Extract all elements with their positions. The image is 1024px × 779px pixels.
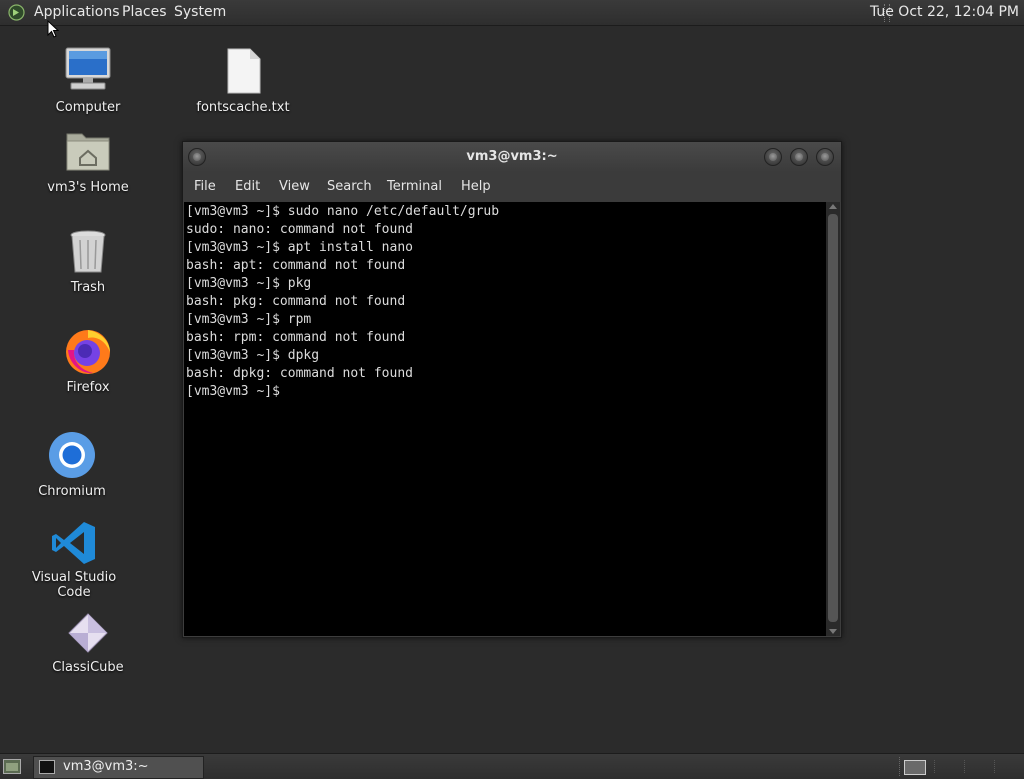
terminal-line: bash: dpkg: command not found xyxy=(186,366,413,381)
minimize-button[interactable] xyxy=(764,148,782,166)
terminal-line: sudo: nano: command not found xyxy=(186,222,413,237)
chromium-icon xyxy=(49,432,95,478)
desktop-icon-computer[interactable]: Computer xyxy=(28,46,148,115)
places-menu[interactable]: Places xyxy=(122,4,167,20)
menu-file[interactable]: File xyxy=(194,179,216,194)
mate-logo-icon[interactable] xyxy=(8,4,25,21)
terminal-menubar: File Edit View Search Terminal Help xyxy=(183,172,841,202)
terminal-line: [vm3@vm3 ~]$ dpkg xyxy=(186,348,320,363)
terminal-prompt-line: [vm3@vm3 ~]$ xyxy=(186,384,280,399)
terminal-window[interactable]: vm3@vm3:~ File Edit View Search Terminal… xyxy=(182,141,842,638)
terminal-line: [vm3@vm3 ~]$ pkg xyxy=(186,276,312,291)
text-file-icon xyxy=(227,48,261,94)
desktop-icon-chromium[interactable]: Chromium xyxy=(12,430,132,499)
desktop-icon-label: fontscache.txt xyxy=(196,100,290,115)
menu-edit[interactable]: Edit xyxy=(235,179,260,194)
firefox-icon xyxy=(66,330,110,374)
terminal-line: [vm3@vm3 ~]$ sudo nano /etc/default/grub xyxy=(186,204,500,219)
scrollbar-thumb[interactable] xyxy=(828,214,838,622)
window-title: vm3@vm3:~ xyxy=(466,149,558,164)
terminal-titlebar[interactable]: vm3@vm3:~ xyxy=(183,142,841,172)
menu-help[interactable]: Help xyxy=(461,179,491,194)
desktop-icon-label: Computer xyxy=(55,100,121,115)
vscode-icon xyxy=(52,522,95,564)
terminal-line: bash: pkg: command not found xyxy=(186,294,406,309)
maximize-button[interactable] xyxy=(790,148,808,166)
computer-icon xyxy=(65,47,111,90)
home-folder-icon xyxy=(66,133,110,171)
workspace-3[interactable] xyxy=(964,760,985,773)
scroll-down-arrow-icon[interactable] xyxy=(829,629,837,634)
trash-icon xyxy=(70,230,106,273)
clock[interactable]: Tue Oct 22, 12:04 PM xyxy=(870,4,1019,20)
desktop-icon-label: Chromium xyxy=(38,484,106,499)
menu-view[interactable]: View xyxy=(279,179,310,194)
desktop-icon-label: Visual Studio Code xyxy=(31,570,117,600)
taskbar-window-button[interactable]: vm3@vm3:~ xyxy=(33,756,204,779)
terminal-icon xyxy=(39,760,55,774)
workspace-2[interactable] xyxy=(934,760,955,773)
terminal-scrollbar[interactable] xyxy=(826,202,840,636)
workspace-1[interactable] xyxy=(904,760,926,775)
system-menu[interactable]: System xyxy=(174,4,226,20)
classicube-icon xyxy=(68,613,108,653)
desktop-icon-classicube[interactable]: ClassiCube xyxy=(28,610,148,675)
mouse-pointer-icon xyxy=(47,20,59,38)
menu-terminal[interactable]: Terminal xyxy=(387,179,442,194)
desktop-icon-label: Trash xyxy=(70,280,106,295)
menu-search[interactable]: Search xyxy=(327,179,372,194)
workspace-4[interactable] xyxy=(994,760,1015,773)
bottom-panel: vm3@vm3:~ xyxy=(0,753,1024,779)
desktop-icon-label: Firefox xyxy=(66,380,110,395)
taskbar-window-label: vm3@vm3:~ xyxy=(63,759,149,774)
desktop-icon-fontscache[interactable]: fontscache.txt xyxy=(183,46,303,115)
terminal-output[interactable]: [vm3@vm3 ~]$ sudo nano /etc/default/grub… xyxy=(184,202,826,636)
terminal-line: [vm3@vm3 ~]$ rpm xyxy=(186,312,312,327)
desktop-icon-vscode[interactable]: Visual Studio Code xyxy=(14,520,134,600)
terminal-line: bash: rpm: command not found xyxy=(186,330,406,345)
workspace-switcher xyxy=(899,757,1024,776)
desktop-icon-home[interactable]: vm3's Home xyxy=(28,128,148,195)
top-panel: Applications Places System Tue Oct 22, 1… xyxy=(0,0,1024,26)
applications-menu[interactable]: Applications xyxy=(34,4,120,20)
terminal-line: bash: apt: command not found xyxy=(186,258,406,273)
show-desktop-icon[interactable] xyxy=(3,759,21,774)
desktop-icon-label: ClassiCube xyxy=(52,660,124,675)
scroll-up-arrow-icon[interactable] xyxy=(829,204,837,209)
desktop-icon-label: vm3's Home xyxy=(47,180,129,195)
desktop-icon-trash[interactable]: Trash xyxy=(28,228,148,295)
desktop-icon-firefox[interactable]: Firefox xyxy=(28,326,148,395)
terminal-line: [vm3@vm3 ~]$ apt install nano xyxy=(186,240,413,255)
close-button[interactable] xyxy=(816,148,834,166)
